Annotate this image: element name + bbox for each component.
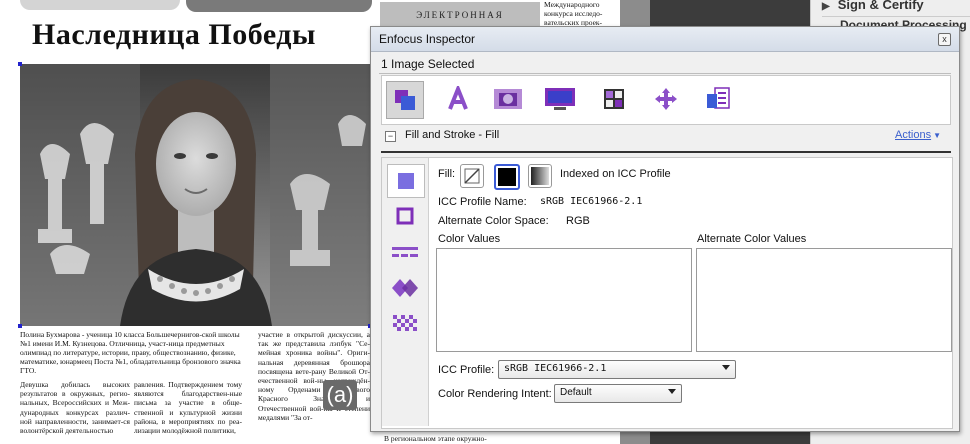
rendering-intent-label: Color Rendering Intent: (438, 388, 552, 400)
section-divider (381, 151, 951, 153)
rendering-intent-select-value: Default (560, 387, 592, 398)
alternate-color-values-label: Alternate Color Values (697, 233, 807, 245)
fill-stroke-panel: Fill: Indexed on ICC Profile ICC Profile… (381, 157, 953, 429)
toolbar-pill-dark (186, 0, 372, 12)
chevron-down-icon (722, 365, 730, 370)
selection-status: 1 Image Selected (381, 57, 475, 71)
alternate-color-space-label: Alternate Color Space: (438, 215, 549, 227)
image-icon[interactable] (386, 81, 424, 119)
copyright-icon: (a) (323, 380, 357, 410)
adjacent-text: Международного конкурса исследо-вательск… (544, 0, 603, 27)
section-header: − Fill and Stroke - Fill Actions ▼ (379, 127, 951, 147)
inspector-window: Enfocus Inspector x 1 Image Selected − F… (370, 26, 960, 432)
alternate-color-space-value: RGB (566, 215, 590, 227)
dashed-lines-icon[interactable] (387, 236, 423, 268)
solid-fill-swatch[interactable] (494, 164, 520, 190)
inspector-titlebar[interactable]: Enfocus Inspector x (371, 27, 959, 52)
close-button[interactable]: x (938, 33, 951, 46)
camera-icon[interactable] (490, 81, 526, 117)
fill-mode-label: Indexed on ICC Profile (560, 168, 671, 180)
selection-handle[interactable] (18, 62, 22, 66)
chevron-right-icon: ▶ (822, 1, 830, 12)
rendering-intent-select[interactable]: Default (554, 384, 682, 403)
inspector-toolbar (381, 75, 951, 125)
actions-menu[interactable]: Actions ▼ (895, 129, 941, 141)
info-icon[interactable] (700, 81, 736, 117)
icc-profile-name-label: ICC Profile Name: (438, 196, 527, 208)
transparency-diamond-icon[interactable] (387, 272, 423, 304)
text-icon[interactable] (440, 81, 476, 117)
collapse-toggle[interactable]: − (385, 131, 396, 142)
color-values-label: Color Values (438, 233, 501, 245)
color-swatches-icon[interactable] (596, 81, 632, 117)
adjacent-bottom-text: В региональном этапе окружно- (384, 434, 487, 443)
chevron-down-icon: ▼ (933, 131, 941, 140)
sign-certify-panel[interactable]: ▶ Sign & Certify (822, 0, 970, 17)
icc-profile-name-value: sRGB IEC61966-2.1 (540, 196, 643, 207)
article-column-2: равления. Подтверждением тому являются б… (134, 380, 242, 436)
icc-profile-label: ICC Profile: (438, 364, 495, 376)
move-arrows-icon[interactable] (648, 81, 684, 117)
fill-stroke-sidebar (382, 158, 429, 426)
article-column-1: Девушка добилась высоких результатов в о… (20, 380, 130, 436)
sign-certify-label: Sign & Certify (837, 0, 924, 12)
alternate-color-values-list[interactable] (696, 248, 952, 352)
icc-profile-select-value: sRGB IEC61966-2.1 (504, 363, 607, 374)
no-fill-swatch[interactable] (460, 164, 484, 188)
fill-label: Fill: (438, 168, 456, 180)
checker-pattern-icon[interactable] (387, 308, 423, 340)
divider (379, 73, 951, 74)
icc-profile-select[interactable]: sRGB IEC61966-2.1 (498, 360, 736, 379)
document-page: Наследница Победы Полина Бухмарова - уче… (0, 0, 375, 444)
gradient-fill-swatch[interactable] (528, 164, 552, 188)
selection-handle[interactable] (18, 324, 22, 328)
stroke-square-icon[interactable] (387, 200, 423, 232)
actions-label: Actions (895, 129, 932, 141)
inspector-title: Enfocus Inspector (379, 32, 476, 46)
section-title: Fill and Stroke - Fill (405, 129, 500, 141)
chevron-down-icon (668, 389, 676, 394)
article-headline: Наследница Победы (32, 18, 316, 51)
toolbar-pill (20, 0, 180, 10)
color-values-list[interactable] (436, 248, 692, 352)
fill-square-icon[interactable] (387, 164, 425, 198)
article-photo[interactable] (20, 64, 370, 326)
monitor-icon[interactable] (542, 81, 578, 117)
photo-caption: Полина Бухмарова - ученица 10 класса Бол… (20, 330, 241, 375)
adjacent-banner: ЭЛЕКТРОННАЯ (380, 2, 540, 28)
